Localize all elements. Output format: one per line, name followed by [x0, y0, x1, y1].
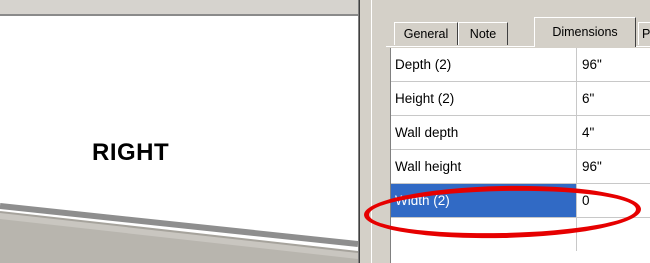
- property-row-height[interactable]: Height (2) 6": [391, 82, 650, 116]
- property-name: Wall depth: [391, 116, 577, 149]
- wall-plane-graphic: [0, 203, 358, 263]
- property-row-wall-depth[interactable]: Wall depth 4": [391, 116, 650, 150]
- property-value[interactable]: 96": [578, 150, 650, 183]
- property-value[interactable]: 96": [578, 48, 650, 81]
- drawing-canvas[interactable]: RIGHT: [0, 0, 358, 263]
- property-row-depth[interactable]: Depth (2) 96": [391, 48, 650, 82]
- property-tabs: General Note Dimensions Pr: [384, 17, 650, 47]
- property-name: Height (2): [391, 82, 577, 115]
- property-name: Depth (2): [391, 48, 577, 81]
- tab-properties[interactable]: Pr: [638, 22, 650, 45]
- property-name: Wall height: [391, 150, 577, 183]
- tab-dimensions[interactable]: Dimensions: [534, 17, 636, 47]
- tab-note[interactable]: Note: [458, 22, 508, 45]
- property-value[interactable]: 4": [578, 116, 650, 149]
- property-value[interactable]: 6": [578, 82, 650, 115]
- tab-general[interactable]: General: [394, 22, 458, 45]
- property-row-wall-height[interactable]: Wall height 96": [391, 150, 650, 184]
- view-label: RIGHT: [92, 139, 170, 166]
